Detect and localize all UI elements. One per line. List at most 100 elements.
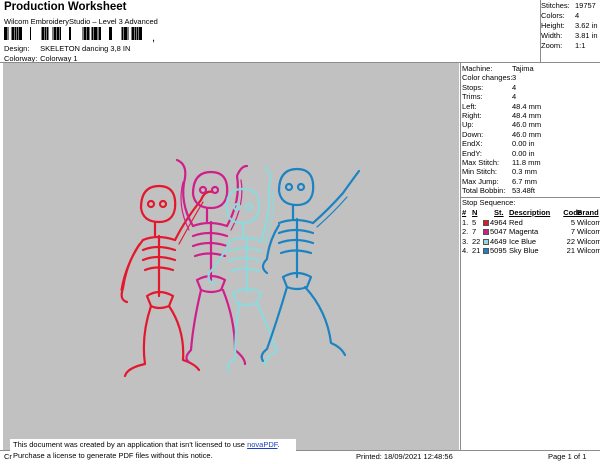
table-row: 1. 5 4964 Red 5 Wilcom [461,217,600,228]
stat-value: 19757 [575,1,596,10]
spec-value: 0.00 in [512,148,535,158]
spec-value: 46.0 mm [512,129,542,139]
row-needle: 5 [472,217,477,227]
spec-value: 6.7 mm [512,176,538,186]
row-description: Ice Blue [509,236,537,246]
stat-label: Stitches: [541,1,570,10]
stat-zoom: Zoom: 1:1 [541,41,599,51]
spec-value: 3 [512,73,517,83]
spec-value: 11.8 mm [512,157,541,167]
software-subtitle: Wilcom EmbroideryStudio – Level 3 Advanc… [4,17,158,26]
col-st: St. [494,208,504,217]
spec-row: Color changes: 3 [462,73,598,82]
stat-label: Zoom: [541,41,563,50]
spec-value: Tajima [512,64,534,73]
stat-label: Width: [541,31,563,40]
col-description: Description [509,208,551,217]
notice-text: This document was created by an applicat… [13,440,248,449]
spec-row: Trims: 4 [462,92,598,101]
table-row: 2. 7 5047 Magenta 7 Wilcom [461,227,600,237]
stat-value: 3.62 in [575,21,598,30]
row-code: 21 [566,246,575,256]
col-num: # [462,208,467,217]
spec-row: Total Bobbin: 53.48ft [462,186,598,195]
spec-label: Stops: [462,82,484,92]
printed-date: Printed: 18/09/2021 12:48:56 [356,452,453,461]
spec-label: Trims: [462,92,483,102]
stat-value: 1:1 [575,41,586,50]
row-code: 5 [570,217,575,227]
spec-value: 48.4 mm [512,101,542,111]
row-thread-code: 5047 [490,227,507,237]
spec-row: Down: 46.0 mm [462,130,598,139]
spec-row: Stops: 4 [462,83,598,92]
sky-blue-skeleton-outline [260,167,361,363]
row-needle: 7 [472,227,477,237]
stat-height: Height: 3.62 in [541,21,599,31]
page-title: Production Worksheet [4,1,127,13]
spec-value: 53.48ft [512,186,535,196]
spec-row: Left: 48.4 mm [462,102,598,111]
spec-row: EndY: 0.00 in [462,149,598,158]
row-code: 7 [570,227,575,237]
panel-divider [460,62,461,451]
notice-line2: Purchase a license to generate PDF files… [13,450,213,460]
spec-row: Min Stitch: 0.3 mm [462,167,598,176]
stat-width: Width: 3.81 in [541,31,599,41]
row-brand: Wilcom [577,246,600,256]
ice-blue-skeleton-outline [207,165,279,373]
spec-label: Left: [462,101,477,111]
barcode: , [4,27,155,43]
notice-period: . [277,440,280,449]
row-description: Sky Blue [509,246,539,256]
table-row: 3. 22 4649 Ice Blue 22 Wilcom [461,236,600,247]
stop-sequence-table: # N St. Description Code Brand 1. 5 4964 Re… [461,208,600,256]
stat-value: 3.81 in [575,31,598,40]
row-number: 1. [462,217,469,227]
machine-specs: Machine: Tajima Color changes: 3 Stops: 4 Trim… [462,64,598,195]
spec-label: EndY: [462,148,483,158]
spec-row: Machine: Tajima [462,64,598,73]
design-value: SKELETON dancing 3,8 IN [40,44,131,53]
col-brand: Brand [577,208,599,217]
spec-row: Right: 48.4 mm [462,111,598,120]
spec-label: Down: [462,129,484,139]
footer-left: Cr [4,452,12,461]
page-number: Page 1 of 1 [548,452,587,461]
spec-value: 46.0 mm [512,120,542,130]
stat-stitches: Stitches: 19757 [541,1,599,11]
spec-label: Up: [462,120,474,130]
spec-row: Up: 46.0 mm [462,120,598,129]
spec-label: Min Stitch: [462,167,498,177]
spec-row: EndX: 0.00 in [462,139,598,148]
row-thread-code: 5095 [490,246,507,256]
barcode-trailer: , [152,32,155,43]
row-brand: Wilcom [577,217,600,227]
design-row: Design: SKELETON dancing 3,8 IN [4,44,130,53]
row-description: Red [509,217,523,227]
spec-row: Max Jump: 6.7 mm [462,177,598,186]
novapdf-link[interactable]: novaPDF [247,440,277,449]
red-skeleton-outline [120,184,215,378]
stop-sequence-title: Stop Sequence: [462,198,516,207]
row-thread-code: 4649 [490,236,507,246]
row-needle: 21 [472,246,481,256]
stat-label: Height: [541,21,565,30]
spec-row: Max Stitch: 11.8 mm [462,158,598,167]
spec-label: Max Jump: [462,176,499,186]
spec-label: Right: [462,110,482,120]
spec-label: Total Bobbin: [462,186,506,196]
table-header: # N St. Description Code Brand [461,208,599,218]
spec-value: 4 [512,82,517,92]
spec-label: Machine: [462,64,493,73]
row-thread-code: 4964 [490,217,507,227]
spec-label: Max Stitch: [462,157,500,167]
table-row: 4. 21 5095 Sky Blue 21 Wilcom [461,246,600,256]
row-description: Magenta [509,227,539,237]
spec-value: 0.00 in [512,139,535,149]
color-swatch [483,248,489,255]
row-code: 22 [566,236,575,246]
spec-value: 48.4 mm [512,110,542,120]
stat-value: 4 [575,11,580,20]
row-number: 3. [462,236,469,246]
